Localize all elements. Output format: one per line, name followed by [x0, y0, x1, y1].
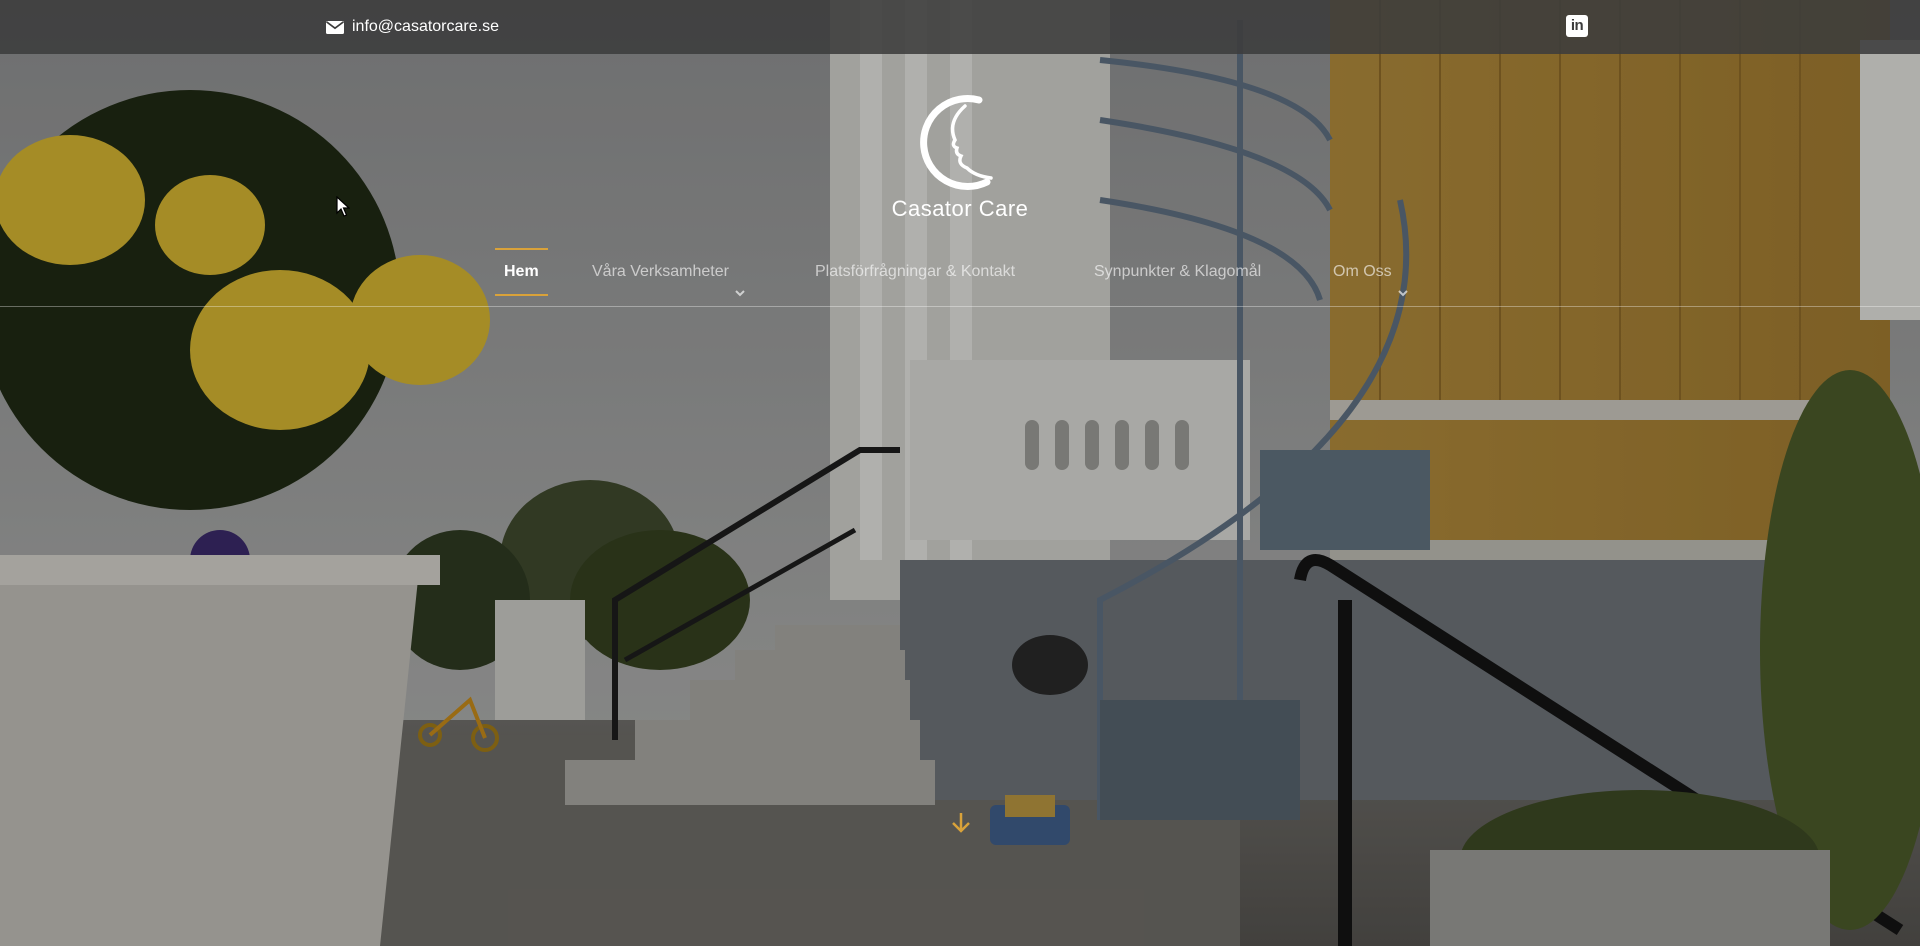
chevron-down-icon [1397, 269, 1408, 296]
nav-label: Våra Verksamheter [592, 263, 729, 280]
nav-label: Hem [504, 263, 539, 280]
logo-text: Casator Care [891, 196, 1029, 221]
site-logo[interactable]: Casator Care [880, 92, 1040, 227]
email-text: info@casatorcare.se [352, 18, 499, 35]
logo-mark-icon [917, 92, 1003, 196]
nav-label: Om Oss [1333, 263, 1392, 280]
linkedin-icon[interactable]: in [1566, 15, 1588, 37]
chevron-down-icon [735, 269, 745, 296]
nav-item-vara-verksamheter[interactable]: Våra Verksamheter [592, 248, 745, 296]
nav-label: Platsförfrågningar & Kontakt [815, 263, 1016, 280]
nav-item-om-oss[interactable]: Om Oss [1333, 248, 1408, 296]
mouse-cursor-icon [336, 195, 351, 218]
nav-item-synpunkter-klagomal[interactable]: Synpunkter & Klagomål [1094, 248, 1261, 296]
top-bar: info@casatorcare.se in [0, 0, 1920, 54]
email-link[interactable]: info@casatorcare.se [326, 16, 499, 38]
nav-item-platsforfragningar-kontakt[interactable]: Platsförfrågningar & Kontakt [815, 248, 1015, 296]
nav-label: Synpunkter & Klagomål [1094, 263, 1262, 280]
main-nav: Hem Våra Verksamheter Platsförfrågningar… [0, 248, 1920, 307]
nav-item-hem[interactable]: Hem [495, 248, 548, 296]
arrow-down-icon[interactable] [950, 811, 972, 835]
envelope-icon [326, 20, 344, 34]
